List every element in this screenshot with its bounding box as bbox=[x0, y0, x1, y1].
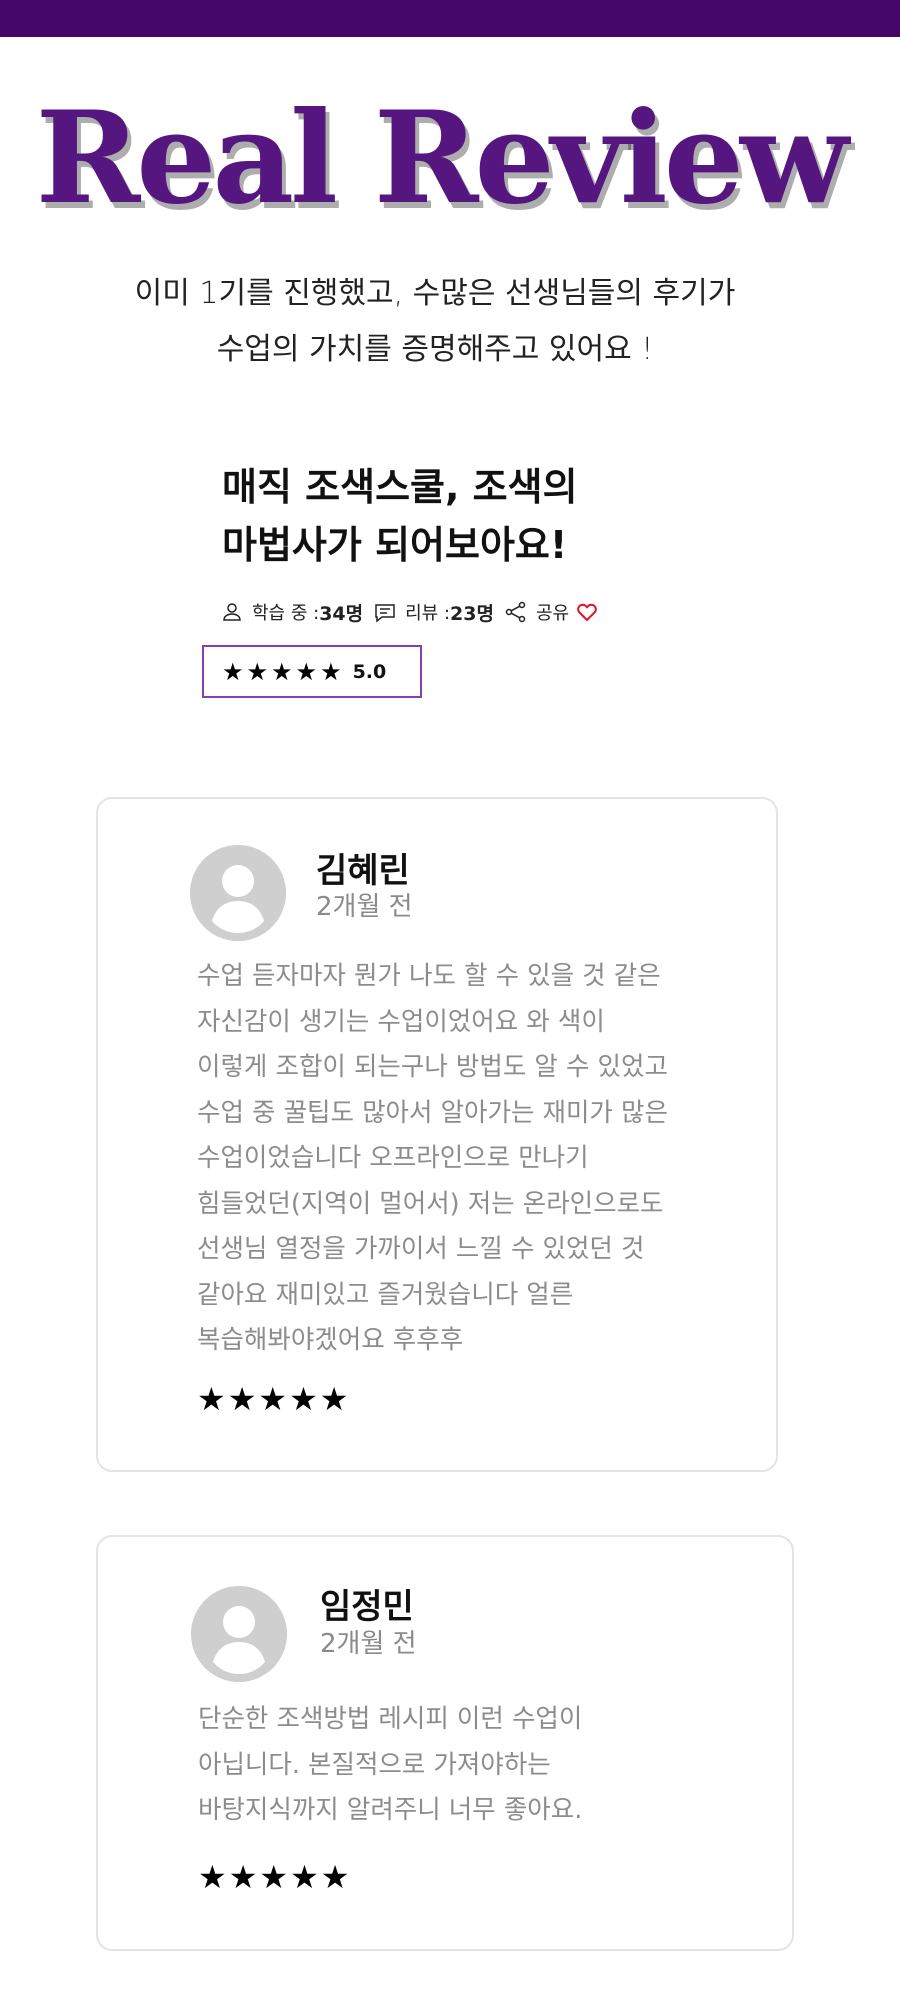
review-count: 23명 bbox=[450, 602, 494, 625]
review-text-line: 힘들었던(지역이 멀어서) 저는 온라인으로도 bbox=[197, 1188, 664, 1219]
course-title-line: 매직 조색스쿨, 조색의 bbox=[222, 465, 578, 509]
star-icon: ★ bbox=[198, 1858, 227, 1896]
review-date: 2개월 전 bbox=[316, 892, 413, 922]
course-meta: 학습 중 : 34명 리뷰 : 23명 공유 bbox=[220, 597, 599, 627]
star-icon: ★ bbox=[222, 657, 244, 686]
course-title: 매직 조색스쿨, 조색의 마법사가 되어보아요! bbox=[222, 458, 682, 574]
star-icon: ★ bbox=[319, 1380, 349, 1418]
review-text-line: 같아요 재미있고 즐거웠습니다 얼른 bbox=[197, 1279, 574, 1310]
user-icon bbox=[220, 600, 244, 624]
review-text-line: 이렇게 조합이 되는구나 방법도 알 수 있었고 bbox=[197, 1052, 668, 1082]
star-icon: ★ bbox=[197, 1380, 226, 1418]
star-icon: ★ bbox=[320, 657, 342, 686]
star-icon: ★ bbox=[258, 1380, 288, 1418]
top-bar bbox=[0, 0, 900, 37]
share-icon[interactable] bbox=[504, 600, 528, 624]
learning-label: 학습 중 : bbox=[252, 603, 320, 624]
learning-count: 34명 bbox=[319, 602, 364, 625]
rating-stars: ★ ★ ★ ★ ★ bbox=[222, 660, 345, 684]
review-text-line: 수업 중 꿀팁도 많아서 알아가는 재미가 많은 bbox=[197, 1097, 668, 1128]
star-icon: ★ bbox=[228, 1858, 258, 1896]
star-icon: ★ bbox=[246, 657, 269, 686]
star-icon: ★ bbox=[295, 657, 318, 686]
share-button[interactable]: 공유 bbox=[536, 599, 569, 625]
star-icon: ★ bbox=[290, 1858, 319, 1896]
review-text: 수업 듣자마자 뭔가 나도 할 수 있을 것 같은 자신감이 생기는 수업이었어… bbox=[197, 954, 668, 1364]
review-rating-stars: ★ ★ ★ ★ ★ bbox=[197, 1383, 350, 1415]
review-text-line: 선생님 열정을 가까이서 느낄 수 있었던 것 bbox=[197, 1234, 645, 1264]
review-card: 김혜린 2개월 전 수업 듣자마자 뭔가 나도 할 수 있을 것 같은 자신감이… bbox=[96, 797, 778, 1472]
star-icon: ★ bbox=[289, 1380, 318, 1418]
review-text-line: 아닙니다. 본질적으로 가져야하는 bbox=[198, 1749, 551, 1780]
review-text-line: 수업이었습니다 오프라인으로 만나기 bbox=[197, 1143, 589, 1173]
heart-icon[interactable] bbox=[575, 600, 599, 624]
star-icon: ★ bbox=[259, 1858, 289, 1896]
hero-subtitle-line: 수업의 가치를 증명해주고 있어요 ! bbox=[216, 332, 654, 367]
star-icon: ★ bbox=[320, 1858, 350, 1896]
hero-title: Real Review bbox=[35, 84, 849, 232]
hero-subtitle-line: 이미 1기를 진행했고, 수많은 선생님들의 후기가 bbox=[134, 276, 736, 311]
star-icon: ★ bbox=[227, 1380, 257, 1418]
review-text-line: 단순한 조색방법 레시피 이런 수업이 bbox=[198, 1704, 583, 1734]
course-rating: ★ ★ ★ ★ ★ 5.0 bbox=[202, 645, 422, 698]
avatar bbox=[190, 845, 286, 941]
review-text-line: 바탕지식까지 알려주니 너무 좋아요. bbox=[198, 1795, 583, 1825]
review-text-line: 수업 듣자마자 뭔가 나도 할 수 있을 것 같은 bbox=[197, 961, 661, 991]
review-text-line: 자신감이 생기는 수업이었어요 와 색이 bbox=[197, 1006, 605, 1037]
hero-subtitle: 이미 1기를 진행했고, 수많은 선생님들의 후기가 수업의 가치를 증명해주고… bbox=[60, 266, 810, 378]
reviewer-name: 김혜린 bbox=[316, 851, 410, 891]
course-title-line: 마법사가 되어보아요! bbox=[222, 523, 568, 567]
review-rating-stars: ★ ★ ★ ★ ★ bbox=[198, 1861, 351, 1893]
star-icon: ★ bbox=[271, 657, 293, 686]
reviewer-name: 임정민 bbox=[320, 1587, 414, 1627]
comment-icon bbox=[373, 600, 397, 624]
avatar bbox=[191, 1586, 287, 1682]
review-card: 임정민 2개월 전 단순한 조색방법 레시피 이런 수업이 아닙니다. 본질적으… bbox=[96, 1535, 794, 1951]
rating-value: 5.0 bbox=[352, 660, 387, 683]
review-text-line: 복습해봐야겠어요 후후후 bbox=[197, 1325, 464, 1355]
review-date: 2개월 전 bbox=[320, 1629, 417, 1659]
review-label: 리뷰 : bbox=[405, 603, 451, 624]
review-text: 단순한 조색방법 레시피 이런 수업이 아닙니다. 본질적으로 가져야하는 바탕… bbox=[198, 1697, 582, 1834]
